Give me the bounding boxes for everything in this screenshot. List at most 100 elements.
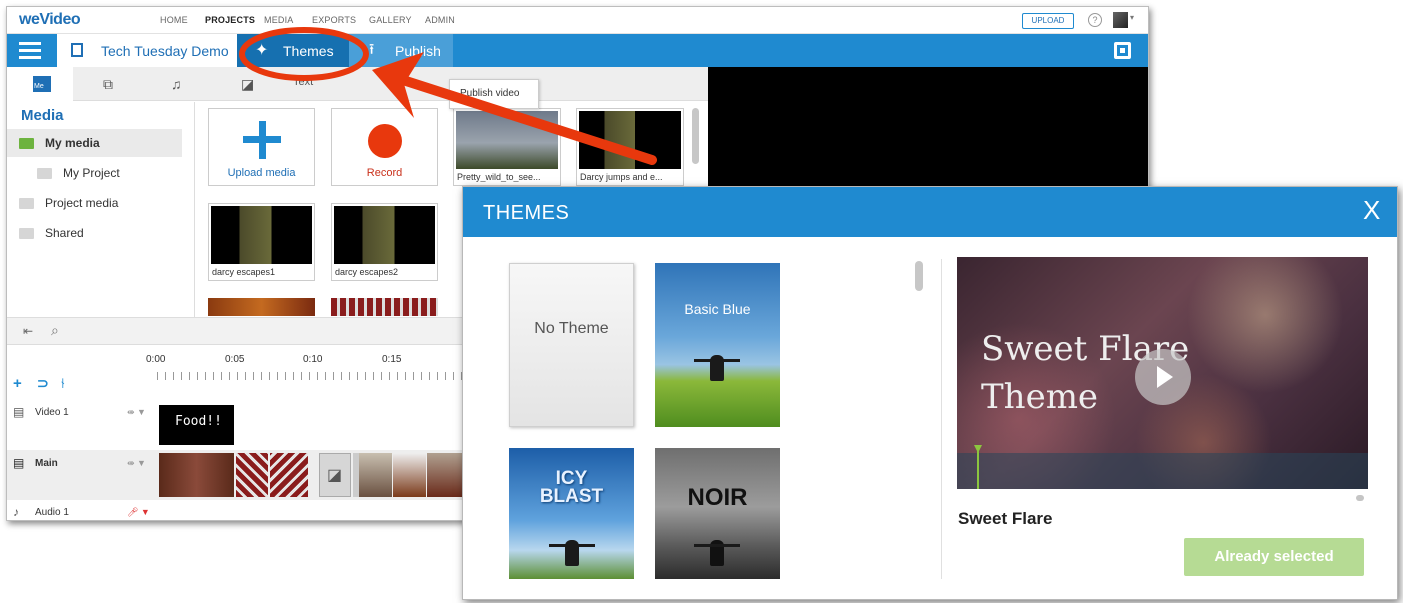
- sidebar-item-label: Project media: [45, 196, 119, 210]
- sidebar-item-shared[interactable]: Shared: [7, 219, 182, 247]
- close-icon[interactable]: X: [1363, 197, 1380, 223]
- media-clip-partial[interactable]: [331, 298, 438, 316]
- timeline-clip[interactable]: [159, 453, 234, 497]
- project-tab[interactable]: Tech Tuesday Demo: [57, 34, 237, 67]
- theme-list-scrollbar[interactable]: [915, 261, 923, 291]
- upload-arrow-icon: ⭱: [369, 41, 375, 58]
- tab-audio[interactable]: ♫: [147, 67, 213, 101]
- transition-icon: ⧉: [103, 76, 113, 92]
- track-label-video1: Video 1: [35, 407, 69, 418]
- theme-card-no-theme[interactable]: No Theme: [509, 263, 634, 427]
- sidebar-item-my-project[interactable]: My Project: [7, 159, 182, 187]
- collapse-icon[interactable]: ⇤: [23, 324, 33, 338]
- tab-text[interactable]: Text: [283, 67, 349, 101]
- timeline-clip[interactable]: [270, 453, 308, 497]
- fullscreen-icon[interactable]: [1114, 42, 1131, 59]
- clip-name: Pretty_wild_to_see...: [457, 172, 541, 182]
- wevideo-logo[interactable]: weVideo: [19, 11, 81, 29]
- timeline-ruler[interactable]: [157, 372, 467, 380]
- upload-button[interactable]: UPLOAD: [1022, 13, 1074, 29]
- ruler-label: 0:00: [146, 354, 166, 365]
- folder-icon: [19, 198, 34, 209]
- hamburger-menu-icon[interactable]: [19, 42, 41, 60]
- add-track-icon[interactable]: +: [13, 375, 22, 392]
- tab-media[interactable]: Me: [7, 67, 73, 101]
- theme-preview-video[interactable]: Sweet Flare Theme: [957, 257, 1368, 489]
- timeline-clip-title[interactable]: Food!!: [159, 405, 234, 445]
- tab-graphics[interactable]: ◪: [217, 67, 283, 101]
- dialog-title: THEMES: [483, 202, 570, 224]
- media-clip[interactable]: darcy escapes2: [331, 203, 438, 281]
- transition-icon: ◪: [327, 467, 343, 484]
- project-title: Tech Tuesday Demo: [101, 43, 229, 59]
- theme-card-label: Basic Blue: [684, 301, 751, 317]
- timeline-clip[interactable]: [236, 453, 268, 497]
- avatar[interactable]: [1113, 12, 1128, 28]
- track-label-main: Main: [35, 458, 58, 469]
- media-tool-tabs: Me ⧉ ♫ ◪ Text: [7, 67, 708, 101]
- split-icon[interactable]: ⫮: [61, 375, 65, 392]
- theme-card-icy-blast[interactable]: ICY BLAST: [509, 448, 634, 579]
- play-icon[interactable]: [1135, 349, 1191, 405]
- themes-tab[interactable]: ✦ Themes: [237, 34, 349, 67]
- theme-card-basic-blue[interactable]: Basic Blue: [655, 263, 780, 427]
- nav-home[interactable]: HOME: [160, 15, 188, 25]
- upload-media-tile[interactable]: Upload media: [208, 108, 315, 186]
- magnet-icon[interactable]: ⊃: [37, 375, 49, 392]
- theme-thumbnail-figure: [694, 540, 740, 566]
- music-note-icon: ♪: [13, 505, 19, 519]
- playhead[interactable]: [977, 447, 979, 489]
- theme-thumbnail-figure: [549, 540, 595, 566]
- publish-tab-label: Publish: [395, 43, 441, 59]
- nav-projects[interactable]: PROJECTS: [205, 15, 255, 25]
- film-icon: ▤: [13, 405, 25, 419]
- media-clip-partial[interactable]: [208, 298, 315, 316]
- film-icon: ▤: [13, 456, 25, 470]
- themes-tab-label: Themes: [283, 43, 334, 59]
- video-progress-bar[interactable]: [957, 453, 1368, 489]
- media-clip[interactable]: Pretty_wild_to_see...: [453, 108, 561, 186]
- ruler-label: 0:10: [303, 354, 323, 365]
- clip-thumbnail: [579, 111, 681, 169]
- media-clip[interactable]: darcy escapes1: [208, 203, 315, 281]
- record-tile[interactable]: Record: [331, 108, 438, 186]
- media-clip[interactable]: Darcy jumps and e...: [576, 108, 684, 186]
- timeline-clip[interactable]: [393, 453, 426, 497]
- publish-tooltip: Publish video: [449, 79, 539, 109]
- text-tab-label: Text: [293, 76, 314, 88]
- search-icon[interactable]: ⌕: [51, 322, 59, 339]
- graphics-icon: ◪: [241, 76, 255, 92]
- music-note-icon: ♫: [171, 76, 182, 92]
- ruler-label: 0:15: [382, 354, 402, 365]
- tab-transitions[interactable]: ⧉: [79, 67, 145, 101]
- media-heading: Media: [21, 107, 64, 124]
- media-sidebar: Media My media My Project Project media …: [7, 102, 195, 317]
- nav-media[interactable]: MEDIA: [264, 15, 294, 25]
- caret-down-icon[interactable]: ▾: [1130, 13, 1134, 22]
- volume-indicator[interactable]: [1356, 495, 1364, 501]
- sidebar-item-my-media[interactable]: My media: [7, 129, 182, 157]
- timeline-clip[interactable]: [427, 453, 467, 497]
- publish-tab[interactable]: ⭱ Publish: [349, 34, 453, 67]
- track-controls-icon[interactable]: ⇼ ▼: [127, 458, 146, 469]
- microphone-icon[interactable]: 🎤︎ ▼: [127, 507, 150, 518]
- nav-gallery[interactable]: GALLERY: [369, 15, 412, 25]
- track-controls-icon[interactable]: ⇼ ▼: [127, 407, 146, 418]
- sidebar-item-label: My media: [45, 136, 100, 150]
- help-icon[interactable]: ?: [1088, 13, 1102, 27]
- timeline-transition[interactable]: ◪: [319, 453, 351, 497]
- nav-exports[interactable]: EXPORTS: [312, 15, 356, 25]
- sidebar-item-project-media[interactable]: Project media: [7, 189, 182, 217]
- playhead-marker-icon: [974, 445, 982, 453]
- themes-dialog: THEMES X No Theme Basic Blue ICY BLAST N…: [462, 186, 1398, 600]
- theme-thumbnail-figure: [694, 355, 740, 381]
- theme-card-label-line: BLAST: [539, 486, 604, 507]
- nav-admin[interactable]: ADMIN: [425, 15, 455, 25]
- timeline-clip[interactable]: [359, 453, 392, 497]
- magic-wand-icon: ✦: [255, 42, 269, 59]
- already-selected-button[interactable]: Already selected: [1184, 538, 1364, 576]
- media-scrollbar[interactable]: [692, 108, 699, 164]
- clip-thumbnail: [334, 206, 435, 264]
- clip-name: Darcy jumps and e...: [580, 172, 663, 182]
- theme-card-noir[interactable]: NOIR: [655, 448, 780, 579]
